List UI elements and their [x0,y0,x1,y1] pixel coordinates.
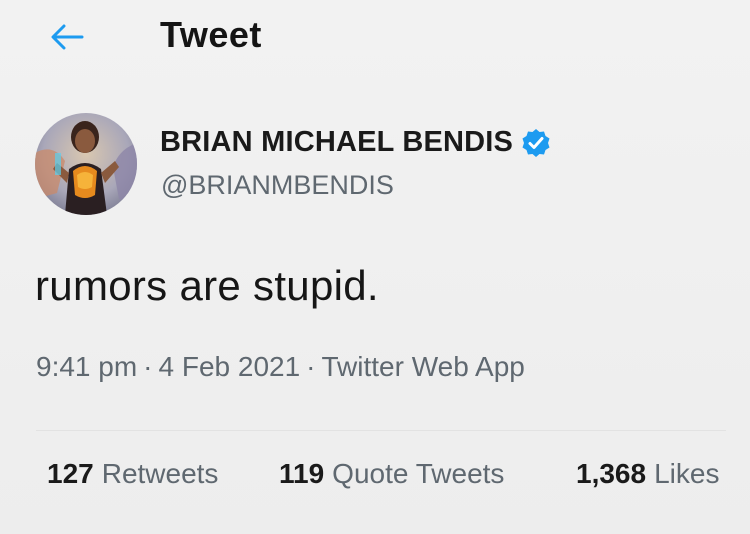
author-name-row[interactable]: BRIAN MICHAEL BENDIS [160,126,551,159]
verified-badge-icon [521,128,551,158]
back-button[interactable] [46,20,88,54]
header-bar: Tweet [0,0,750,78]
arrow-left-icon [50,24,84,50]
likes-label: Likes [654,458,720,489]
tweet-time[interactable]: 9:41 pm [36,351,137,382]
likes-count: 1,368 [576,458,647,489]
divider [36,430,726,431]
meta-separator: · [143,351,153,382]
retweets-label: Retweets [101,458,219,489]
retweets-count: 127 [47,458,94,489]
tweet-meta: 9:41 pm · 4 Feb 2021 · Twitter Web App [36,351,525,383]
quote-tweets-label: Quote Tweets [332,458,505,489]
tweet-page: Tweet BRIAN MICHAEL BENDIS @BRIANMBENDIS… [0,0,750,534]
likes-stat[interactable]: 1,368 Likes [576,458,719,490]
tweet-text: rumors are stupid. [35,262,379,309]
tweet-date[interactable]: 4 Feb 2021 [159,351,301,382]
retweets-stat[interactable]: 127 Retweets [47,458,218,490]
meta-separator: · [306,351,316,382]
tweet-source[interactable]: Twitter Web App [322,351,525,382]
page-title: Tweet [160,14,262,55]
avatar[interactable] [35,113,137,215]
quote-tweets-stat[interactable]: 119 Quote Tweets [279,458,504,490]
quote-tweets-count: 119 [279,458,325,489]
author-handle[interactable]: @BRIANMBENDIS [161,170,394,201]
author-display-name: BRIAN MICHAEL BENDIS [160,126,514,158]
